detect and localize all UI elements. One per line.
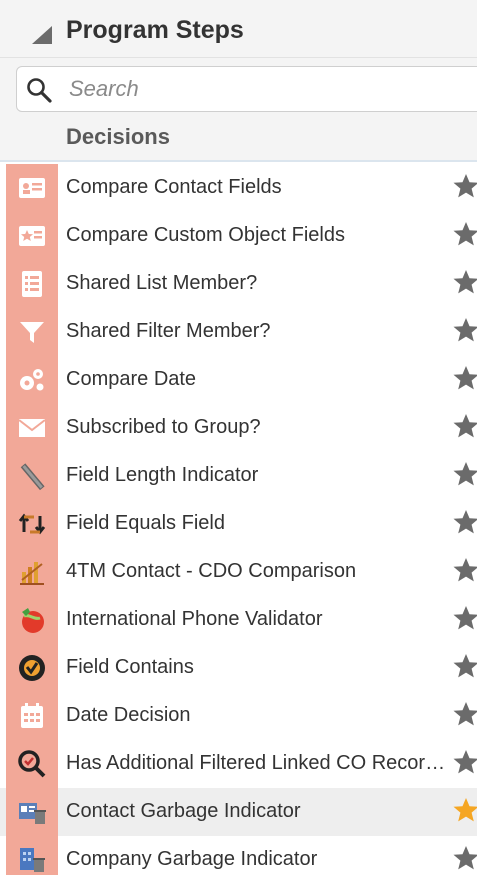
step-label: Compare Date — [66, 368, 197, 390]
phone-globe-icon — [22, 608, 44, 633]
magnifier-icon — [18, 750, 46, 778]
gears-icon — [20, 369, 44, 391]
step-icon-cell — [6, 500, 58, 548]
section-header-decisions[interactable]: Decisions — [0, 118, 477, 162]
list-item[interactable]: Compare Date — [0, 356, 477, 404]
list-item[interactable]: Has Additional Filtered Linked CO Record… — [0, 740, 477, 788]
favorite-star-icon[interactable] — [452, 556, 477, 584]
list-item[interactable]: Field Contains — [0, 644, 477, 692]
step-icon-cell — [6, 788, 58, 836]
step-icon-cell — [6, 740, 58, 788]
list-item[interactable]: Field Equals Field — [0, 500, 477, 548]
search-input[interactable] — [69, 73, 477, 105]
step-label: Shared List Member? — [66, 272, 258, 294]
step-label: Compare Custom Object Fields — [66, 224, 345, 246]
step-label: Compare Contact Fields — [66, 176, 282, 198]
favorite-star-icon[interactable] — [452, 316, 477, 344]
circle-check-icon — [19, 655, 45, 681]
step-icon-cell — [6, 164, 58, 212]
step-icon-cell — [6, 356, 58, 404]
favorite-star-icon[interactable] — [452, 172, 477, 200]
program-steps-list: Compare Contact Fields Compare Custom Obj… — [0, 164, 477, 875]
favorite-star-icon[interactable] — [452, 460, 477, 488]
list-item[interactable]: Shared Filter Member? — [0, 308, 477, 356]
company-trash-icon — [20, 848, 45, 872]
search-area — [0, 58, 477, 118]
calendar-icon — [21, 703, 43, 728]
step-label: Field Equals Field — [66, 512, 225, 534]
favorite-star-icon[interactable] — [452, 412, 477, 440]
list-item[interactable]: International Phone Validator — [0, 596, 477, 644]
favorite-star-icon[interactable] — [452, 604, 477, 632]
panel-header[interactable]: Program Steps — [0, 0, 477, 58]
filter-icon — [20, 322, 44, 343]
swap-arrows-icon — [18, 513, 46, 535]
step-label: Company Garbage Indicator — [66, 848, 318, 870]
panel-title: Program Steps — [66, 16, 244, 44]
step-label: Has Additional Filtered Linked CO Record… — [66, 752, 446, 774]
step-label: Contact Garbage Indicator — [66, 800, 301, 822]
step-icon-cell — [6, 404, 58, 452]
favorite-star-icon[interactable] — [452, 844, 477, 872]
search-icon — [27, 78, 52, 103]
step-icon-cell — [6, 452, 58, 500]
search-box[interactable] — [16, 66, 477, 112]
step-label: Field Length Indicator — [66, 464, 259, 486]
step-icon-cell — [6, 644, 58, 692]
step-icon-cell — [6, 260, 58, 308]
favorite-star-icon[interactable] — [452, 268, 477, 296]
custom-object-star-icon — [19, 226, 45, 246]
favorite-star-icon[interactable] — [452, 796, 477, 824]
step-icon-cell — [6, 212, 58, 260]
list-item[interactable]: Subscribed to Group? — [0, 404, 477, 452]
step-icon-cell — [6, 596, 58, 644]
favorite-star-icon[interactable] — [452, 508, 477, 536]
step-icon-cell — [6, 548, 58, 596]
favorite-star-icon[interactable] — [452, 748, 477, 776]
favorite-star-icon[interactable] — [452, 700, 477, 728]
list-item[interactable]: Compare Contact Fields — [0, 164, 477, 212]
step-label: Date Decision — [66, 704, 191, 726]
favorite-star-icon[interactable] — [452, 364, 477, 392]
contact-card-icon — [19, 178, 45, 198]
step-label: Subscribed to Group? — [66, 416, 261, 438]
contact-trash-icon — [19, 803, 46, 824]
favorite-star-icon[interactable] — [452, 220, 477, 248]
list-item[interactable]: Contact Garbage Indicator — [0, 788, 477, 836]
envelope-icon — [18, 419, 46, 437]
list-item[interactable]: Shared List Member? — [0, 260, 477, 308]
step-label: International Phone Validator — [66, 608, 323, 630]
section-title: Decisions — [66, 124, 170, 149]
step-label: Shared Filter Member? — [66, 320, 271, 342]
step-icon-cell — [6, 692, 58, 740]
list-icon — [22, 271, 42, 297]
list-item[interactable]: Field Length Indicator — [0, 452, 477, 500]
collapse-triangle-icon[interactable] — [32, 26, 52, 44]
favorite-star-icon[interactable] — [452, 652, 477, 680]
list-item[interactable]: 4TM Contact - CDO Comparison — [0, 548, 477, 596]
step-label: 4TM Contact - CDO Comparison — [66, 560, 357, 582]
ruler-icon — [20, 463, 45, 491]
step-icon-cell — [6, 308, 58, 356]
list-item[interactable]: Compare Custom Object Fields — [0, 212, 477, 260]
step-label: Field Contains — [66, 656, 194, 678]
chart-pencil-icon — [20, 562, 44, 585]
step-icon-cell — [6, 836, 58, 875]
list-item[interactable]: Date Decision — [0, 692, 477, 740]
list-item[interactable]: Company Garbage Indicator — [0, 836, 477, 875]
